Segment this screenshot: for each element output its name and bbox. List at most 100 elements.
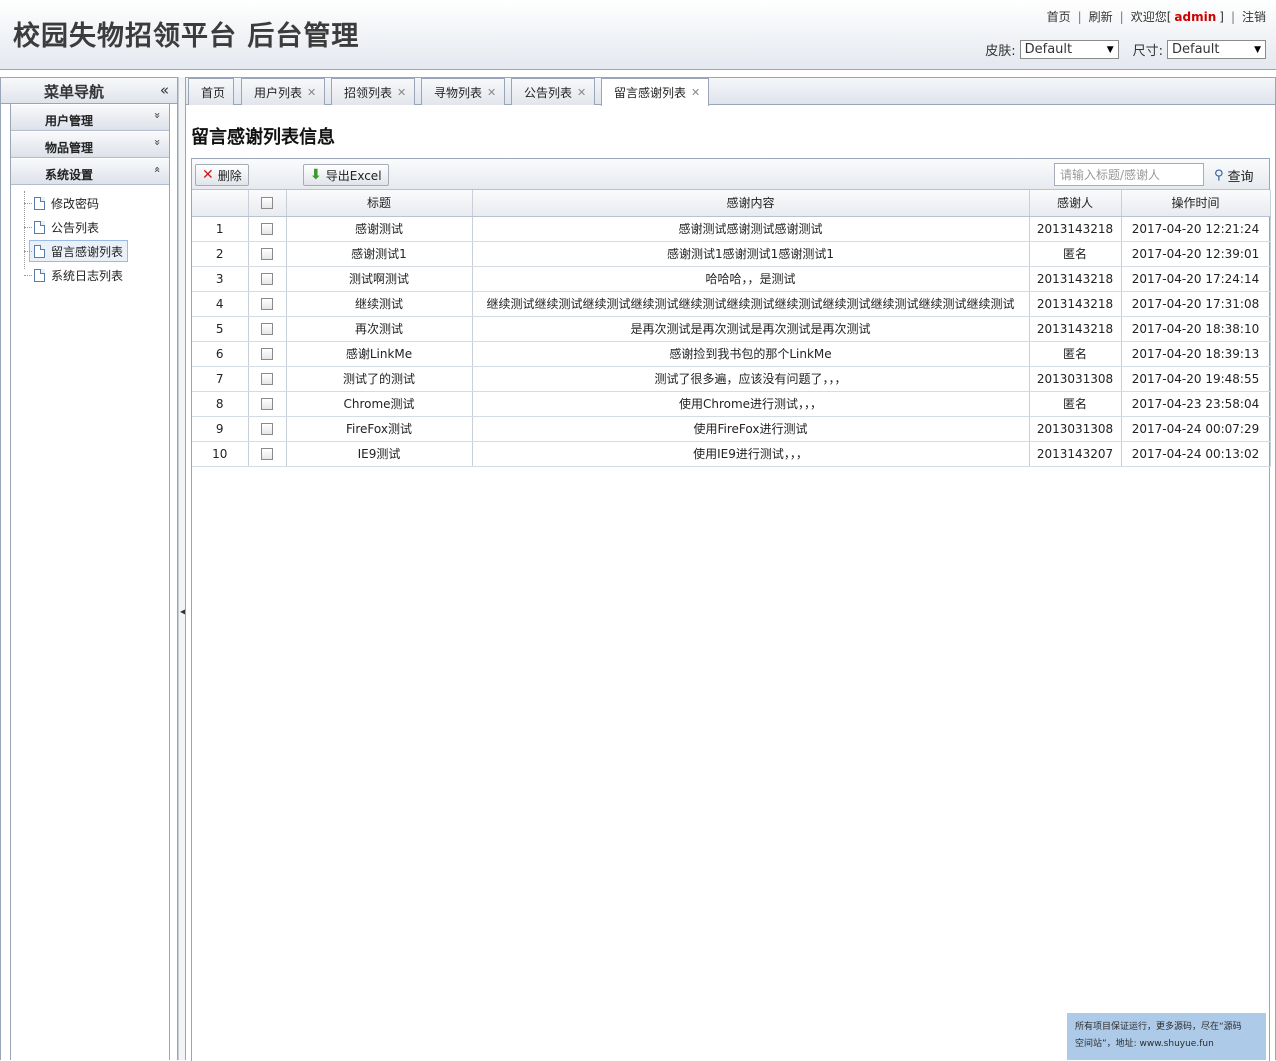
search-input[interactable] [1054,163,1204,186]
collapse-panel-icon[interactable]: « [160,81,169,99]
row-checkbox[interactable] [261,348,273,360]
time-cell: 2017-04-20 18:38:10 [1121,316,1271,342]
export-excel-button[interactable]: ⬇ 导出Excel [303,164,389,186]
size-select[interactable]: Default ▼ [1167,40,1266,59]
tab-bar: 首页 用户列表 ✕ 招领列表 ✕ 寻物列表 ✕ 公告列表 ✕ 留言感谢列表 ✕ [186,78,1275,106]
table-row[interactable]: 1 感谢测试 感谢测试感谢测试感谢测试 2013143218 2017-04-20 12… [192,216,1271,242]
search-button[interactable]: ⚲ 查询 [1214,166,1254,185]
tree-connector [24,275,32,276]
logout-link[interactable]: 注销 [1242,8,1266,25]
time-cell: 2017-04-20 17:24:14 [1121,266,1271,292]
export-button-label: 导出Excel [325,168,382,183]
select-all-checkbox[interactable] [261,197,273,210]
row-checkbox-cell [248,241,287,267]
tab-notice-list[interactable]: 公告列表 ✕ [511,78,596,105]
menu-group-label: 物品管理 [45,141,94,155]
main-content: 首页 用户列表 ✕ 招领列表 ✕ 寻物列表 ✕ 公告列表 ✕ 留言感谢列表 ✕ … [185,77,1276,1061]
tree-item-box: 系统日志列表 [29,264,128,286]
link-separator: | [1119,9,1124,24]
table-row[interactable]: 9 FireFox测试 使用FireFox进行测试 2013031308 2017-04… [192,416,1271,442]
column-header-time[interactable]: 操作时间 [1121,190,1271,217]
time-cell: 2017-04-20 12:39:01 [1121,241,1271,267]
row-number-cell: 2 [192,241,249,267]
tab-thanks-list[interactable]: 留言感谢列表 ✕ [601,78,710,106]
panel-splitter[interactable]: ◀ [178,77,186,1060]
row-checkbox[interactable] [261,323,273,335]
row-number-cell: 1 [192,216,249,242]
menu-group-user-management[interactable]: 用户管理 » [11,104,169,131]
tree-connector [24,227,32,228]
content-cell: 哈哈哈，，是测试 [472,266,1030,292]
menu-panel: 菜单导航 « 用户管理 » 物品管理 » 系统设置 « 修改密码 公告列表 留言… [0,77,178,1060]
table-row[interactable]: 5 再次测试 是再次测试是再次测试是再次测试是再次测试 2013143218 2017-… [192,316,1271,342]
table-row[interactable]: 10 IE9测试 使用IE9进行测试，，， 2013143207 2017-04-24 … [192,441,1271,467]
close-icon[interactable]: ✕ [307,86,316,99]
refresh-link[interactable]: 刷新 [1089,8,1113,25]
row-checkbox[interactable] [261,423,273,435]
content-cell: 是再次测试是再次测试是再次测试是再次测试 [472,316,1030,342]
tree-item-box: 公告列表 [29,216,104,238]
menu-group-system-settings[interactable]: 系统设置 « [11,158,169,185]
tab-label: 用户列表 [254,85,303,100]
row-number-header [192,190,249,217]
thanker-cell: 匿名 [1029,241,1122,267]
time-cell: 2017-04-24 00:07:29 [1121,416,1271,442]
close-icon[interactable]: ✕ [577,86,586,99]
title-cell: 感谢测试1 [286,241,473,267]
time-cell: 2017-04-20 17:31:08 [1121,291,1271,317]
file-icon [34,244,45,258]
menu-group-item-management[interactable]: 物品管理 » [11,131,169,158]
row-checkbox[interactable] [261,248,273,260]
tab-user-list[interactable]: 用户列表 ✕ [241,78,326,105]
table-row[interactable]: 7 测试了的测试 测试了很多遍，应该没有问题了，，， 2013031308 2017-0… [192,366,1271,392]
tree-item-notice-list[interactable]: 公告列表 [11,215,169,239]
row-checkbox[interactable] [261,373,273,385]
search-button-label: 查询 [1227,170,1254,185]
table-row[interactable]: 8 Chrome测试 使用Chrome进行测试，，， 匿名 2017-04-23 23:… [192,391,1271,417]
close-icon[interactable]: ✕ [691,86,700,99]
file-icon [34,268,45,282]
time-cell: 2017-04-24 00:13:02 [1121,441,1271,467]
column-header-thanker[interactable]: 感谢人 [1029,190,1122,217]
welcome-end: ] [1219,9,1224,24]
tab-home[interactable]: 首页 [188,78,235,105]
page-title: 留言感谢列表信息 [191,127,335,148]
tree-item-label: 修改密码 [51,196,100,211]
table-row[interactable]: 3 测试啊测试 哈哈哈，，是测试 2013143218 2017-04-20 17:24… [192,266,1271,292]
row-number-cell: 3 [192,266,249,292]
link-separator: | [1077,9,1082,24]
grid-toolbar: ✕ 删除 ⬇ 导出Excel ⚲ 查询 [192,159,1269,190]
row-checkbox[interactable] [261,223,273,235]
tab-label: 首页 [201,85,226,100]
table-row[interactable]: 6 感谢LinkMe 感谢捡到我书包的那个LinkMe 匿名 2017-04-20 18… [192,341,1271,367]
tree-item-thanks-list[interactable]: 留言感谢列表 [11,239,169,263]
skin-select[interactable]: Default ▼ [1019,40,1119,59]
tab-lost-list[interactable]: 寻物列表 ✕ [421,78,506,105]
top-links: 首页 | 刷新 | 欢迎您[ admin ] | 注销 [1047,8,1266,25]
tab-found-list[interactable]: 招领列表 ✕ [331,78,416,105]
delete-button[interactable]: ✕ 删除 [195,164,249,186]
home-link[interactable]: 首页 [1047,8,1071,25]
data-grid: ✕ 删除 ⬇ 导出Excel ⚲ 查询 标题 [191,158,1271,1061]
thanker-cell: 2013143218 [1029,316,1122,342]
table-row[interactable]: 4 继续测试 继续测试继续测试继续测试继续测试继续测试继续测试继续测试继续测试继续测… [192,291,1271,317]
thanks-table: 标题 感谢内容 感谢人 操作时间 1 感谢测试 感谢测试感谢测试感谢测试 201314… [192,190,1271,467]
content-cell: 使用IE9进行测试，，， [472,441,1030,467]
username: admin [1174,9,1217,24]
row-checkbox[interactable] [261,398,273,410]
row-checkbox[interactable] [261,448,273,460]
row-checkbox[interactable] [261,298,273,310]
row-checkbox-cell [248,441,287,467]
menu-accordion: 用户管理 » 物品管理 » 系统设置 « 修改密码 公告列表 留言感谢列表 系统… [10,104,170,1060]
table-body: 1 感谢测试 感谢测试感谢测试感谢测试 2013143218 2017-04-20 12… [192,216,1271,467]
tree-item-label: 系统日志列表 [51,268,124,283]
table-row[interactable]: 2 感谢测试1 感谢测试1感谢测试1感谢测试1 匿名 2017-04-20 12:39:… [192,241,1271,267]
row-checkbox[interactable] [261,273,273,285]
column-header-content[interactable]: 感谢内容 [472,190,1030,217]
tree-item-change-password[interactable]: 修改密码 [11,191,169,215]
tree-item-system-log-list[interactable]: 系统日志列表 [11,263,169,287]
close-icon[interactable]: ✕ [397,86,406,99]
skin-label: 皮肤: [985,44,1016,59]
close-icon[interactable]: ✕ [487,86,496,99]
column-header-title[interactable]: 标题 [286,190,473,217]
